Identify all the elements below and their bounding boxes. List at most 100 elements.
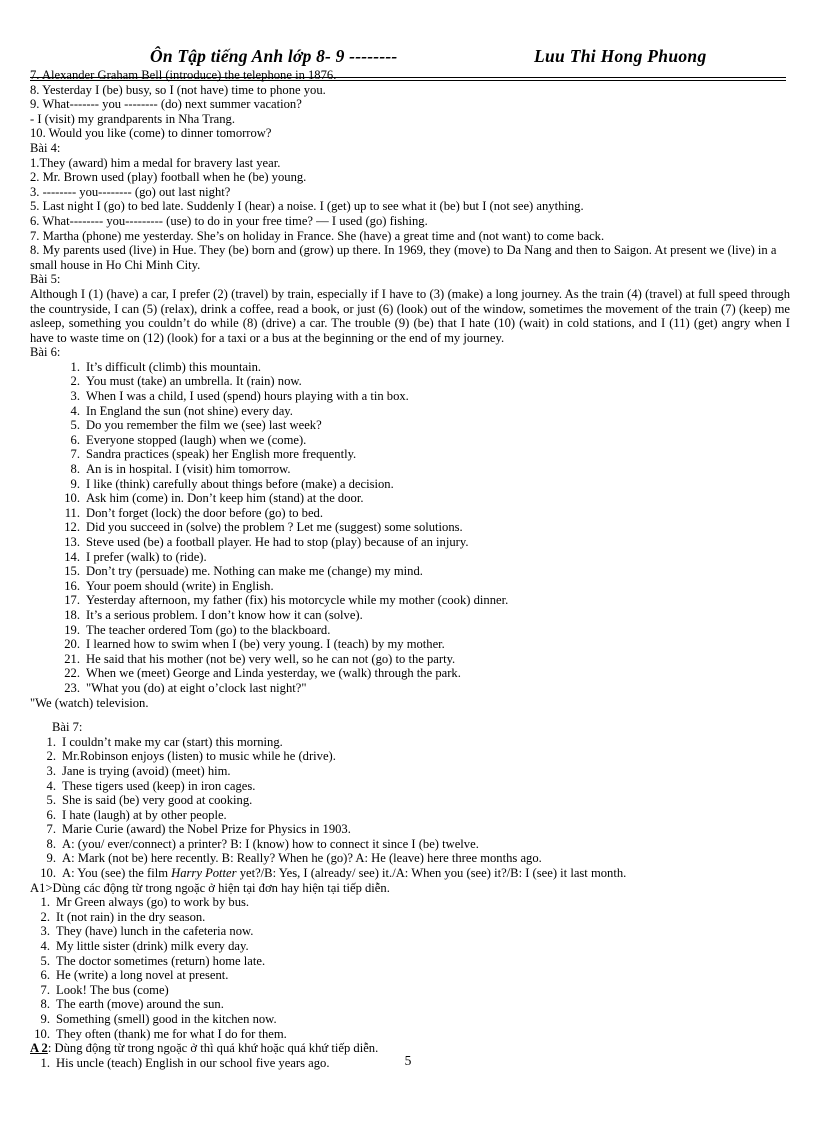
list-item-text: Marie Curie (award) the Nobel Prize for … (62, 822, 351, 837)
list-item: 10. Ask him (come) in. Don’t keep him (st… (30, 491, 790, 506)
list-item: 23. "What you (do) at eight o’clock last … (30, 681, 790, 696)
list-item: 11. Don’t forget (lock) the door before (… (30, 506, 790, 521)
list-item: 4. In England the sun (not shine) every d… (30, 404, 790, 419)
list-item-number: 19. (64, 622, 80, 637)
list-item-number: 1. (46, 734, 56, 749)
list-item-number: 10. (64, 491, 80, 506)
list-item: 2. It (not rain) in the dry season. (30, 910, 790, 925)
list-item-number: 7. (46, 822, 56, 837)
list-item: 12. Did you succeed in (solve) the proble… (30, 520, 790, 535)
list-item-text: It (not rain) in the dry season. (56, 909, 206, 924)
list-item-number: 7. (40, 982, 50, 997)
list-item-number: 18. (64, 607, 80, 622)
section-label-bai6: Bài 6: (30, 345, 61, 360)
exercise-item: 7. Alexander Graham Bell (introduce) the… (30, 68, 337, 82)
list-item-text: Don’t forget (lock) the door before (go)… (86, 505, 323, 520)
list-item: 6. He (write) a long novel at present. (30, 968, 790, 983)
list-item: 2. You must (take) an umbrella. It (rain)… (30, 374, 790, 389)
list-item-continuation: "We (watch) television. (30, 695, 149, 710)
list-item-number: 1. (40, 895, 50, 910)
exercise-item: 7. Martha (phone) me yesterday. She’s on… (30, 228, 605, 243)
exercise-item: 10. Would you like (come) to dinner tomo… (30, 126, 272, 141)
list-item-number: 13. (64, 535, 80, 549)
list-item-number: 21. (64, 651, 80, 666)
section-label-bai4: Bài 4: (30, 140, 61, 155)
book-title: Harry Potter (171, 866, 237, 881)
list-item-number: 12. (64, 520, 80, 535)
list-item-number: 6. (46, 807, 56, 822)
list-item-number: 8. (40, 997, 50, 1012)
bai5-paragraph: Although I (1) (have) a car, I prefer (2… (30, 286, 790, 345)
list-item: 5. She is said (be) very good at cooking. (30, 793, 790, 808)
list-item-text-post: yet?/B: Yes, I (already/ see) it./A: Whe… (236, 866, 627, 881)
list-item-number: 14. (64, 549, 80, 564)
list-item-number: 5. (40, 953, 50, 968)
list-item-text: They (have) lunch in the cafeteria now. (56, 924, 254, 939)
list-item-text: Don’t try (persuade) me. Nothing can mak… (86, 564, 423, 579)
list-item-number: 4. (46, 778, 56, 793)
bai6-group: Bài 6: 1. It’s difficult (climb) this mou… (30, 345, 790, 710)
list-item-text: I couldn’t make my car (start) this morn… (62, 734, 283, 749)
list-item-number: 10. (40, 866, 56, 881)
a1-group: A1>Dùng các động từ trong ngoặc ở hiện t… (30, 881, 790, 1042)
list-item-text: I hate (laugh) at by other people. (62, 807, 227, 822)
list-item: 1. It’s difficult (climb) this mountain. (30, 360, 790, 375)
list-item-text: Yesterday afternoon, my father (fix) his… (86, 593, 509, 608)
exercise-item: 8. My parents used (live) in Hue. They (… (30, 243, 777, 272)
list-item-text: He said that his mother (not be) very we… (86, 651, 456, 666)
exercise-item: 3. -------- you-------- (go) out last ni… (30, 184, 231, 199)
list-item: 14. I prefer (walk) to (ride). (30, 550, 790, 565)
list-item-number: 2. (40, 909, 50, 924)
list-item: 1. Mr Green always (go) to work by bus. (30, 895, 790, 910)
list-item: 4. My little sister (drink) milk every da… (30, 939, 790, 954)
list-item-number: 5. (70, 418, 80, 433)
list-item-number: 10. (34, 1026, 50, 1041)
list-item-number: 16. (64, 578, 80, 593)
page-number: 5 (404, 1053, 412, 1068)
list-item-number: 2. (70, 374, 80, 389)
list-item-text: The earth (move) around the sun. (56, 997, 224, 1012)
list-item-text: A: (you/ ever/connect) a printer? B: I (… (62, 836, 479, 851)
list-item-text: The teacher ordered Tom (go) to the blac… (86, 622, 331, 637)
list-item-number: 9. (46, 851, 56, 866)
list-item-text: An is in hospital. I (visit) him tomorro… (86, 462, 291, 477)
list-item: 17. Yesterday afternoon, my father (fix) … (30, 593, 790, 608)
header-title: Ôn Tập tiếng Anh lớp 8- 9 -------- (150, 46, 398, 66)
list-item: 16. Your poem should (write) in English. (30, 579, 790, 594)
list-item-text: Jane is trying (avoid) (meet) him. (62, 763, 231, 778)
list-item: 10. They often (thank) me for what I do f… (30, 1027, 790, 1042)
list-item: 6. I hate (laugh) at by other people. (30, 808, 790, 823)
list-item: 13. Steve used (be) a football player. He… (30, 535, 790, 550)
list-item: 18. It’s a serious problem. I don’t know … (30, 608, 790, 623)
list-item: 8. An is in hospital. I (visit) him tomor… (30, 462, 790, 477)
list-item-number: 23. (64, 680, 80, 695)
list-item-text: He (write) a long novel at present. (56, 968, 229, 983)
list-item: 7. Marie Curie (award) the Nobel Prize fo… (30, 822, 790, 837)
list-item-text: When I was a child, I used (spend) hours… (86, 389, 409, 404)
list-item-text: Mr.Robinson enjoys (listen) to music whi… (62, 749, 336, 764)
list-item-text: Something (smell) good in the kitchen no… (56, 1012, 277, 1026)
list-item-number: 3. (70, 389, 80, 404)
list-item-number: 22. (64, 666, 80, 681)
list-item-text: Sandra practices (speak) her English mor… (86, 447, 357, 462)
list-item: 2. Mr.Robinson enjoys (listen) to music w… (30, 749, 790, 764)
list-item-text: Mr Green always (go) to work by bus. (56, 895, 250, 910)
list-item-text: It’s a serious problem. I don’t know how… (86, 607, 363, 622)
list-item-text: Your poem should (write) in English. (86, 578, 274, 593)
bai7-list: 1. I couldn’t make my car (start) this mo… (30, 735, 790, 881)
list-item-text: It’s difficult (climb) this mountain. (86, 359, 262, 374)
list-item-text: A: Mark (not be) here recently. B: Reall… (62, 851, 542, 866)
list-item-text: You must (take) an umbrella. It (rain) n… (86, 374, 302, 389)
bai6-list: 1. It’s difficult (climb) this mountain. … (30, 360, 790, 710)
list-item-number: 17. (64, 593, 80, 608)
list-item: 5. Do you remember the film we (see) last… (30, 418, 790, 433)
section-label-bai5: Bài 5: (30, 272, 61, 287)
bai3-tail-group: 7. Alexander Graham Bell (introduce) the… (30, 68, 790, 141)
list-item-number: 8. (70, 462, 80, 477)
list-item-text: The doctor sometimes (return) home late. (56, 953, 266, 968)
list-item-text: Steve used (be) a football player. He ha… (86, 535, 469, 549)
list-item-number: 4. (70, 403, 80, 418)
list-item: 8. The earth (move) around the sun. (30, 997, 790, 1012)
list-item: 7. Look! The bus (come) (30, 983, 790, 998)
bai7-group: Bài 7: 1. I couldn’t make my car (start) … (30, 720, 790, 881)
